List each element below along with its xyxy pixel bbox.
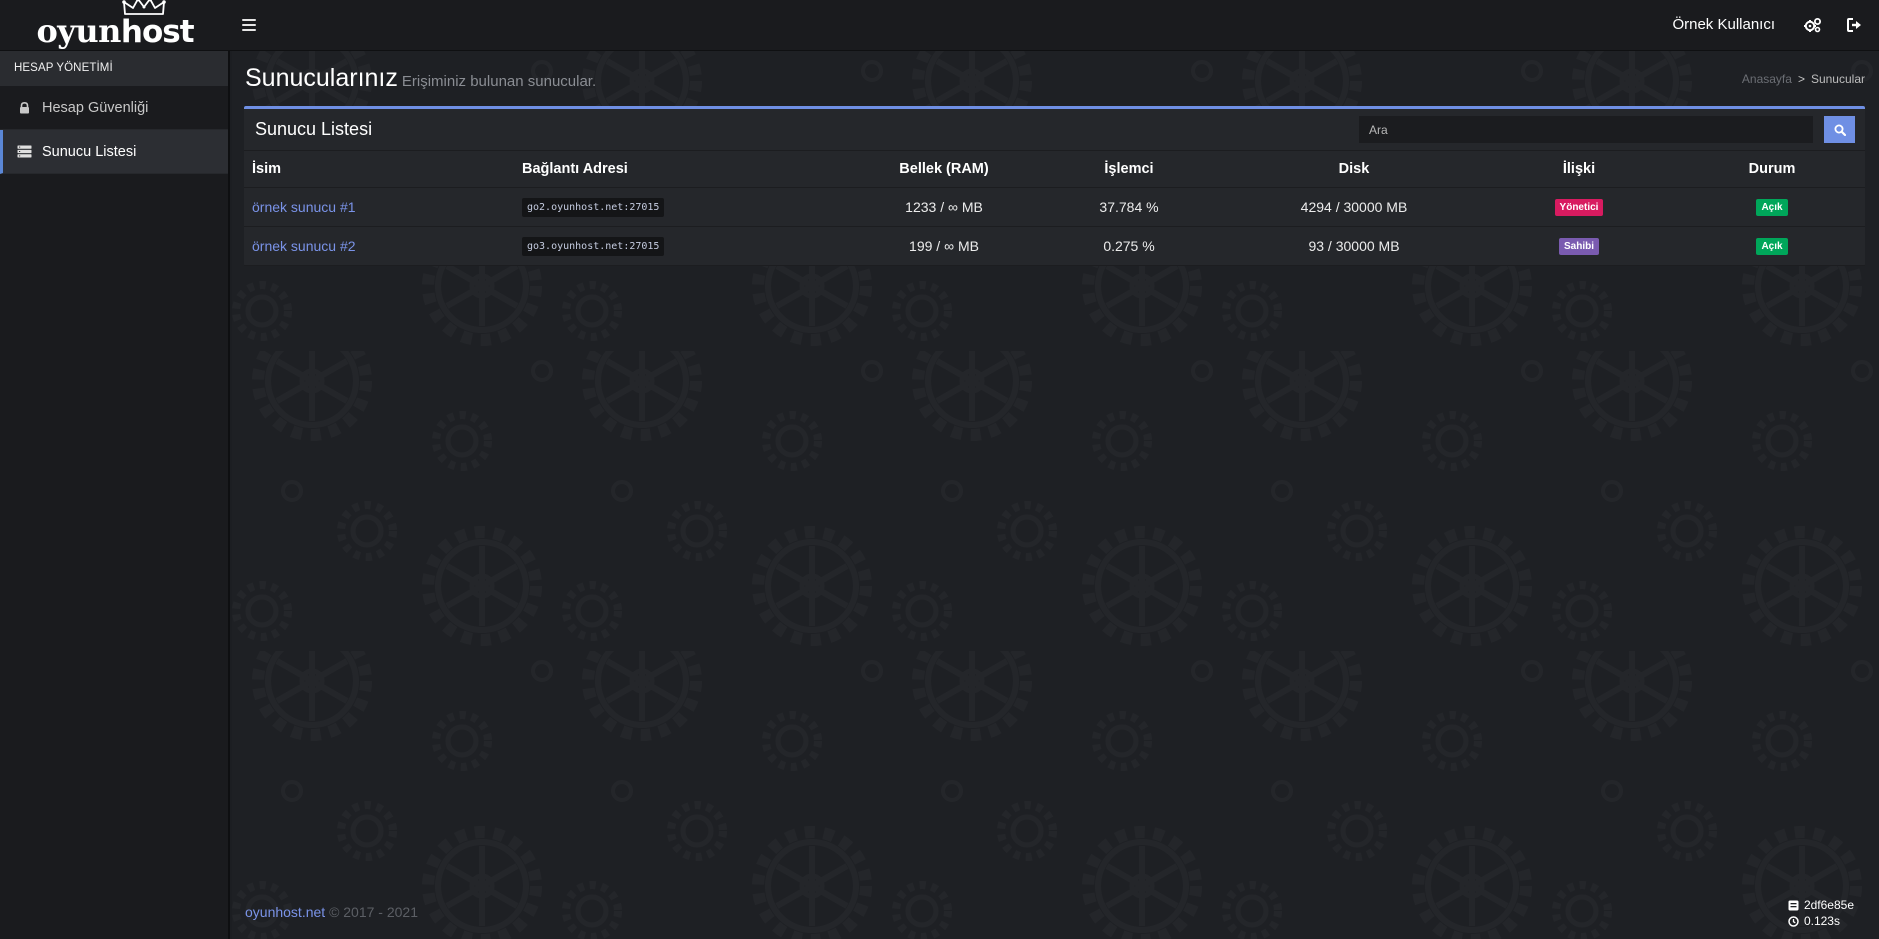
- server-address: go2.oyunhost.net:27015: [522, 197, 665, 217]
- relation-badge: Yönetici: [1554, 199, 1604, 216]
- server-list-title: Sunucu Listesi: [255, 119, 373, 139]
- server-ram: 1233 / ∞ MB: [859, 187, 1029, 227]
- page-title: Sunucularınız Erişiminiz bulunan sunucul…: [245, 64, 596, 93]
- logo-text-oyun: oyun: [36, 11, 121, 50]
- server-cpu: 37.784 %: [1029, 187, 1229, 227]
- sidebar-item-account-security[interactable]: Hesap Güvenliği: [0, 86, 228, 130]
- user-menu-name[interactable]: Örnek Kullanıcı: [1672, 16, 1775, 33]
- breadcrumb-separator: >: [1797, 72, 1805, 86]
- column-header-disk[interactable]: Disk: [1229, 151, 1479, 188]
- server-cpu: 0.275 %: [1029, 226, 1229, 266]
- table-row: örnek sunucu #2 go3.oyunhost.net:27015 1…: [244, 226, 1865, 266]
- footer-copyright: oyunhost.net © 2017 - 2021: [245, 904, 418, 920]
- server-icon: [16, 144, 32, 160]
- sidebar-item-label: Sunucu Listesi: [42, 143, 137, 160]
- search-input[interactable]: [1359, 116, 1813, 143]
- column-header-relation[interactable]: İlişki: [1479, 151, 1679, 188]
- status-badge: Açık: [1756, 238, 1788, 255]
- search-icon: [1834, 124, 1846, 136]
- column-header-ram[interactable]: Bellek (RAM): [859, 151, 1029, 188]
- relation-badge: Sahibi: [1558, 238, 1599, 255]
- server-list-panel: Sunucu Listesi İsim Bağlantı Adresi: [244, 106, 1865, 266]
- server-address: go3.oyunhost.net:27015: [522, 236, 665, 256]
- server-name-link[interactable]: örnek sunucu #1: [252, 199, 356, 215]
- server-name-link[interactable]: örnek sunucu #2: [252, 238, 356, 254]
- column-header-address[interactable]: Bağlantı Adresi: [514, 151, 859, 188]
- sidebar-item-server-list[interactable]: Sunucu Listesi: [0, 130, 228, 174]
- site-logo[interactable]: oyun host: [0, 0, 230, 51]
- table-header-row: İsim Bağlantı Adresi Bellek (RAM) İşlemc…: [244, 151, 1865, 188]
- crown-icon: [122, 0, 167, 15]
- clock-icon: [1788, 915, 1799, 927]
- breadcrumb-current: Sunucular: [1810, 72, 1865, 86]
- build-hash: 2df6e85e: [1803, 898, 1854, 912]
- footer-brand-link[interactable]: oyunhost.net: [245, 904, 325, 920]
- server-table: İsim Bağlantı Adresi Bellek (RAM) İşlemc…: [244, 151, 1865, 266]
- search-form: [1359, 116, 1855, 143]
- column-header-name[interactable]: İsim: [244, 151, 514, 188]
- logo-text-host: host: [120, 13, 195, 50]
- bars-icon[interactable]: [242, 16, 260, 34]
- top-navbar: oyun host Örnek Kullanıcı: [0, 0, 1879, 51]
- sign-out-icon[interactable]: [1843, 14, 1865, 36]
- search-button[interactable]: [1824, 116, 1855, 143]
- build-hash-icon: [1788, 900, 1799, 910]
- app-root: oyun host Örnek Kullanıcı HESAP YÖNETİMİ…: [0, 0, 1879, 939]
- server-list-header: Sunucu Listesi: [244, 109, 1865, 151]
- breadcrumb: Anasayfa > Sunucular: [1742, 72, 1865, 86]
- main-content: Sunucularınız Erişiminiz bulunan sunucul…: [232, 51, 1879, 939]
- page-subtitle: Erişiminiz bulunan sunucular.: [401, 73, 597, 90]
- breadcrumb-home-link[interactable]: Anasayfa: [1742, 72, 1792, 86]
- lock-icon: [16, 100, 32, 116]
- sidebar-section-title: HESAP YÖNETİMİ: [0, 51, 228, 86]
- server-disk: 93 / 30000 MB: [1229, 226, 1479, 266]
- page-title-text: Sunucularınız: [245, 64, 398, 92]
- render-time: 0.123s: [1803, 914, 1840, 928]
- column-header-status[interactable]: Durum: [1679, 151, 1865, 188]
- sidebar: HESAP YÖNETİMİ Hesap Güvenliği Sunucu Li…: [0, 51, 230, 939]
- table-row: örnek sunucu #1 go2.oyunhost.net:27015 1…: [244, 187, 1865, 227]
- footer-copyright-text: © 2017 - 2021: [329, 904, 418, 920]
- server-disk: 4294 / 30000 MB: [1229, 187, 1479, 227]
- column-header-cpu[interactable]: İşlemci: [1029, 151, 1229, 188]
- cogs-icon[interactable]: [1802, 14, 1824, 36]
- server-ram: 199 / ∞ MB: [859, 226, 1029, 266]
- sidebar-item-label: Hesap Güvenliği: [42, 99, 149, 116]
- footer-build-info: 2df6e85e 0.123s: [1788, 897, 1854, 929]
- status-badge: Açık: [1756, 199, 1788, 216]
